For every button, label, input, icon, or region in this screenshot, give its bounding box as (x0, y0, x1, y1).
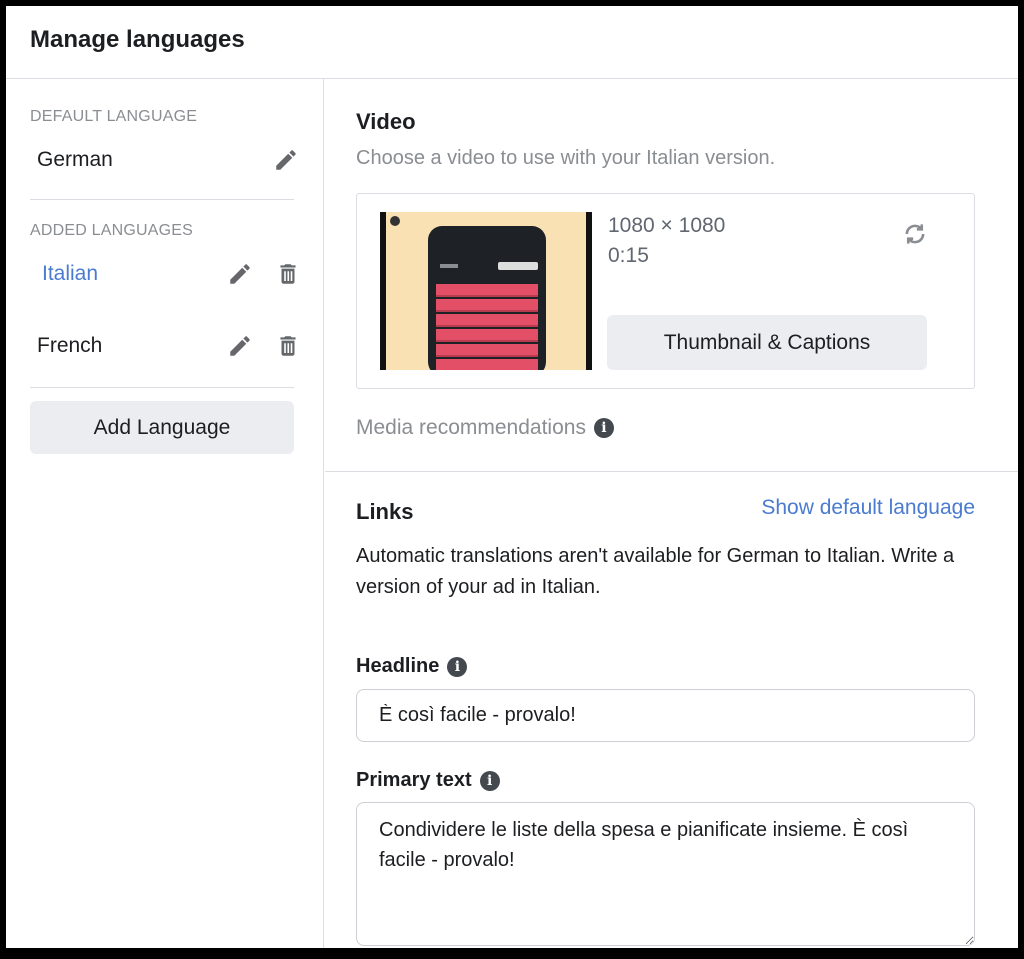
info-icon[interactable]: i (593, 418, 614, 438)
manage-languages-dialog: Manage languages DEFAULT LANGUAGE German… (6, 6, 1018, 948)
headline-label: Headline i (356, 655, 468, 678)
pencil-icon (276, 150, 296, 170)
replace-video-button[interactable] (901, 220, 929, 248)
phone-preview (428, 226, 546, 370)
media-recommendations-label: Media recommendations (356, 416, 586, 439)
edit-french-button[interactable] (226, 332, 254, 360)
refresh-icon (905, 224, 925, 244)
video-duration: 0:15 (608, 244, 649, 267)
sidebar-divider (30, 199, 294, 200)
video-dimensions: 1080 × 1080 (608, 214, 726, 237)
default-language-name: German (37, 148, 113, 171)
primary-text-input[interactable]: Condividere le liste della spesa e piani… (356, 802, 975, 946)
edit-italian-button[interactable] (226, 260, 254, 288)
sidebar-item-italian[interactable]: Italian (30, 254, 302, 294)
language-editor: Video Choose a video to use with your It… (325, 79, 1018, 948)
added-languages-label: ADDED LANGUAGES (30, 222, 194, 239)
video-section-title: Video (356, 109, 416, 134)
section-divider (325, 471, 1018, 472)
add-language-button[interactable]: Add Language (30, 401, 294, 454)
default-language-row[interactable]: German (30, 140, 302, 180)
dialog-header: Manage languages (6, 6, 1018, 79)
pencil-icon (230, 336, 250, 356)
media-recommendations[interactable]: Media recommendations i (356, 416, 614, 440)
dialog-title: Manage languages (30, 26, 245, 53)
trash-icon (280, 336, 296, 356)
headline-input[interactable] (356, 689, 975, 742)
show-default-language-link[interactable]: Show default language (761, 496, 975, 520)
sidebar-divider (30, 387, 294, 388)
video-section-subtitle: Choose a video to use with your Italian … (356, 147, 776, 169)
language-name-italian: Italian (42, 262, 99, 285)
info-icon[interactable]: i (479, 770, 500, 791)
video-thumbnail[interactable] (380, 212, 592, 370)
sidebar-item-french[interactable]: French (30, 326, 302, 366)
video-card: 1080 × 1080 0:15 Thumbnail & Captions (356, 193, 975, 389)
video-badge-icon (390, 216, 400, 226)
language-name-french: French (37, 334, 103, 357)
delete-italian-button[interactable] (274, 260, 302, 288)
delete-french-button[interactable] (274, 332, 302, 360)
default-language-label: DEFAULT LANGUAGE (30, 108, 198, 125)
links-section-title: Links (356, 499, 414, 524)
language-sidebar: DEFAULT LANGUAGE German ADDED LANGUAGES … (6, 79, 324, 948)
primary-text-label: Primary text i (356, 769, 500, 792)
trash-icon (280, 264, 296, 284)
pencil-icon (230, 264, 250, 284)
translation-notice: Automatic translations aren't available … (356, 545, 955, 598)
info-icon[interactable]: i (447, 656, 468, 677)
edit-default-language-button[interactable] (272, 146, 300, 174)
thumbnail-captions-button[interactable]: Thumbnail & Captions (607, 315, 927, 370)
